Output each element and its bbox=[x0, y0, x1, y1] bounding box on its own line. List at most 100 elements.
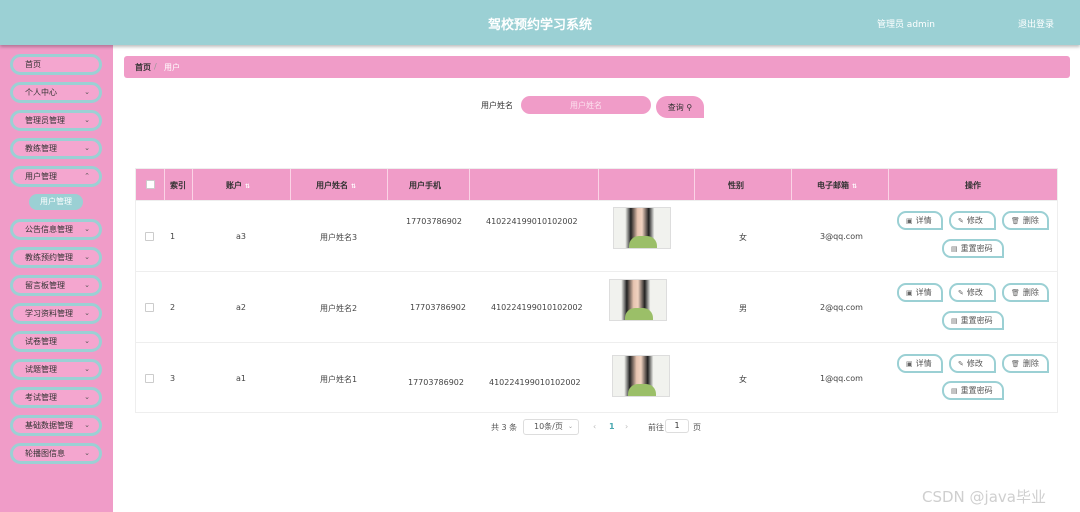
detail-icon: ▣ bbox=[906, 289, 913, 297]
row-name: 用户姓名1 bbox=[320, 375, 358, 384]
edit-button-label: 修改 bbox=[966, 216, 983, 225]
trash-icon: 🗑 bbox=[1011, 360, 1020, 368]
header-actions: 操作 bbox=[965, 181, 981, 190]
detail-button[interactable]: ▣ 详情 bbox=[897, 283, 943, 302]
sidebar-item-base-data[interactable]: 基础数据管理 ⌄ bbox=[10, 415, 102, 436]
edit-button[interactable]: ✎ 修改 bbox=[949, 283, 996, 302]
detail-button-label: 详情 bbox=[915, 288, 932, 297]
watermark: CSDN @java毕业 bbox=[922, 488, 1046, 506]
column-divider bbox=[290, 169, 291, 200]
sidebar-item-label: 用户管理 bbox=[25, 172, 57, 181]
edit-button-label: 修改 bbox=[966, 359, 983, 368]
sort-icon: ⇅ bbox=[351, 183, 357, 190]
sidebar-item-personal-center[interactable]: 个人中心 ⌄ bbox=[10, 82, 102, 103]
logout-link[interactable]: 退出登录 bbox=[1018, 17, 1054, 30]
reset-password-button-label: 重置密码 bbox=[960, 244, 993, 253]
trash-icon: 🗑 bbox=[1011, 217, 1020, 225]
sidebar-item-label: 教练管理 bbox=[25, 144, 57, 153]
sidebar-item-admin[interactable]: 管理员管理 ⌄ bbox=[10, 110, 102, 131]
page-number-current[interactable]: 1 bbox=[609, 422, 615, 431]
header-email[interactable]: 电子邮箱 ⇅ bbox=[817, 180, 857, 191]
sidebar-item-papers[interactable]: 试卷管理 ⌄ bbox=[10, 331, 102, 352]
pagination-total: 共 3 条 bbox=[491, 423, 518, 432]
prev-page-button[interactable]: ‹ bbox=[593, 422, 596, 431]
edit-icon: ✎ bbox=[958, 289, 964, 297]
users-table: 索引 账户 ⇅ 用户姓名 ⇅ 用户手机 性别 电子邮箱 ⇅ 操作 1 a3 用户姓名3… bbox=[135, 168, 1058, 413]
breadcrumb-home[interactable]: 首页 bbox=[135, 62, 151, 73]
reset-password-button[interactable]: ▤ 重置密码 bbox=[942, 311, 1004, 330]
sidebar-subitem-user-management[interactable]: 用户管理 bbox=[29, 194, 83, 210]
row-account: a1 bbox=[236, 374, 246, 383]
sidebar-item-label: 试题管理 bbox=[25, 365, 57, 374]
reset-password-button[interactable]: ▤ 重置密码 bbox=[942, 381, 1004, 400]
page-size-select[interactable]: 10条/页 ⌄ bbox=[523, 419, 579, 435]
row-phone: 17703786902 bbox=[410, 303, 466, 312]
sidebar-item-questions[interactable]: 试题管理 ⌄ bbox=[10, 359, 102, 380]
delete-button[interactable]: 🗑 删除 bbox=[1002, 211, 1049, 230]
row-gender: 女 bbox=[739, 375, 747, 384]
search-input[interactable] bbox=[521, 96, 651, 114]
detail-button[interactable]: ▣ 详情 bbox=[897, 211, 943, 230]
row-email: 3@qq.com bbox=[820, 232, 863, 241]
row-avatar-image bbox=[612, 355, 670, 397]
row-gender: 女 bbox=[739, 233, 747, 242]
column-divider bbox=[192, 169, 193, 200]
row-checkbox[interactable] bbox=[145, 232, 154, 241]
column-divider bbox=[888, 169, 889, 200]
sidebar-item-label: 试卷管理 bbox=[25, 337, 57, 346]
edit-button[interactable]: ✎ 修改 bbox=[949, 354, 996, 373]
goto-page-input[interactable]: 1 bbox=[665, 419, 689, 433]
sidebar-item-label: 轮播图信息 bbox=[25, 449, 65, 458]
next-page-button[interactable]: › bbox=[625, 422, 628, 431]
sidebar-item-exams[interactable]: 考试管理 ⌄ bbox=[10, 387, 102, 408]
sidebar-item-label: 个人中心 bbox=[25, 88, 57, 97]
row-idcard: 410224199010102002 bbox=[491, 303, 583, 312]
sidebar-item-announcements[interactable]: 公告信息管理 ⌄ bbox=[10, 219, 102, 240]
column-divider bbox=[598, 169, 599, 200]
table-header: 索引 账户 ⇅ 用户姓名 ⇅ 用户手机 性别 电子邮箱 ⇅ 操作 bbox=[136, 169, 1057, 200]
sidebar-item-label: 基础数据管理 bbox=[25, 421, 73, 430]
edit-button-label: 修改 bbox=[966, 288, 983, 297]
row-email: 1@qq.com bbox=[820, 374, 863, 383]
current-user: 管理员 admin bbox=[876, 20, 935, 30]
chevron-down-icon: ⌄ bbox=[84, 116, 90, 124]
delete-button-label: 删除 bbox=[1022, 288, 1039, 297]
row-name: 用户姓名2 bbox=[320, 304, 358, 313]
sidebar-item-message-board[interactable]: 留言板管理 ⌄ bbox=[10, 275, 102, 296]
sidebar-item-coach[interactable]: 教练管理 ⌄ bbox=[10, 138, 102, 159]
sidebar-item-study-materials[interactable]: 学习资料管理 ⌄ bbox=[10, 303, 102, 324]
chevron-down-icon: ⌄ bbox=[84, 393, 90, 401]
sidebar-item-carousel[interactable]: 轮播图信息 ⌄ bbox=[10, 443, 102, 464]
sidebar-item-users[interactable]: 用户管理 ⌃ bbox=[10, 166, 102, 187]
edit-button[interactable]: ✎ 修改 bbox=[949, 211, 996, 230]
sidebar-item-home[interactable]: 首页 bbox=[10, 54, 102, 75]
sidebar-item-label: 首页 bbox=[25, 60, 41, 69]
reset-password-button[interactable]: ▤ 重置密码 bbox=[942, 239, 1004, 258]
delete-button[interactable]: 🗑 删除 bbox=[1002, 354, 1049, 373]
sort-icon: ⇅ bbox=[245, 183, 251, 190]
top-header: 驾校预约学习系统 管理员 admin 退出登录 bbox=[0, 0, 1080, 45]
search-button[interactable]: 查询 ⚲ bbox=[656, 96, 704, 118]
header-email-label: 电子邮箱 bbox=[817, 181, 849, 190]
row-checkbox[interactable] bbox=[145, 303, 154, 312]
header-name[interactable]: 用户姓名 ⇅ bbox=[316, 180, 356, 191]
search-button-label: 查询 bbox=[667, 102, 684, 112]
goto-label: 前往 bbox=[648, 423, 664, 432]
header-gender: 性别 bbox=[728, 181, 744, 190]
row-name: 用户姓名3 bbox=[320, 233, 358, 242]
detail-button[interactable]: ▣ 详情 bbox=[897, 354, 943, 373]
chevron-down-icon: ⌄ bbox=[84, 88, 90, 96]
row-gender: 男 bbox=[739, 304, 747, 313]
sidebar-item-label: 学习资料管理 bbox=[25, 309, 73, 318]
header-account[interactable]: 账户 ⇅ bbox=[226, 180, 250, 191]
breadcrumb: 首页 / 用户 bbox=[124, 56, 1070, 78]
row-checkbox[interactable] bbox=[145, 374, 154, 383]
table-row: 2 a2 用户姓名2 17703786902 41022419901010200… bbox=[136, 271, 1057, 342]
delete-button[interactable]: 🗑 删除 bbox=[1002, 283, 1049, 302]
chevron-down-icon: ⌄ bbox=[84, 253, 90, 261]
sidebar-item-coach-booking[interactable]: 教练预约管理 ⌄ bbox=[10, 247, 102, 268]
row-index: 2 bbox=[170, 303, 176, 312]
row-phone: 17703786902 bbox=[406, 217, 462, 226]
select-all-checkbox[interactable] bbox=[146, 180, 155, 189]
column-divider bbox=[387, 169, 388, 200]
